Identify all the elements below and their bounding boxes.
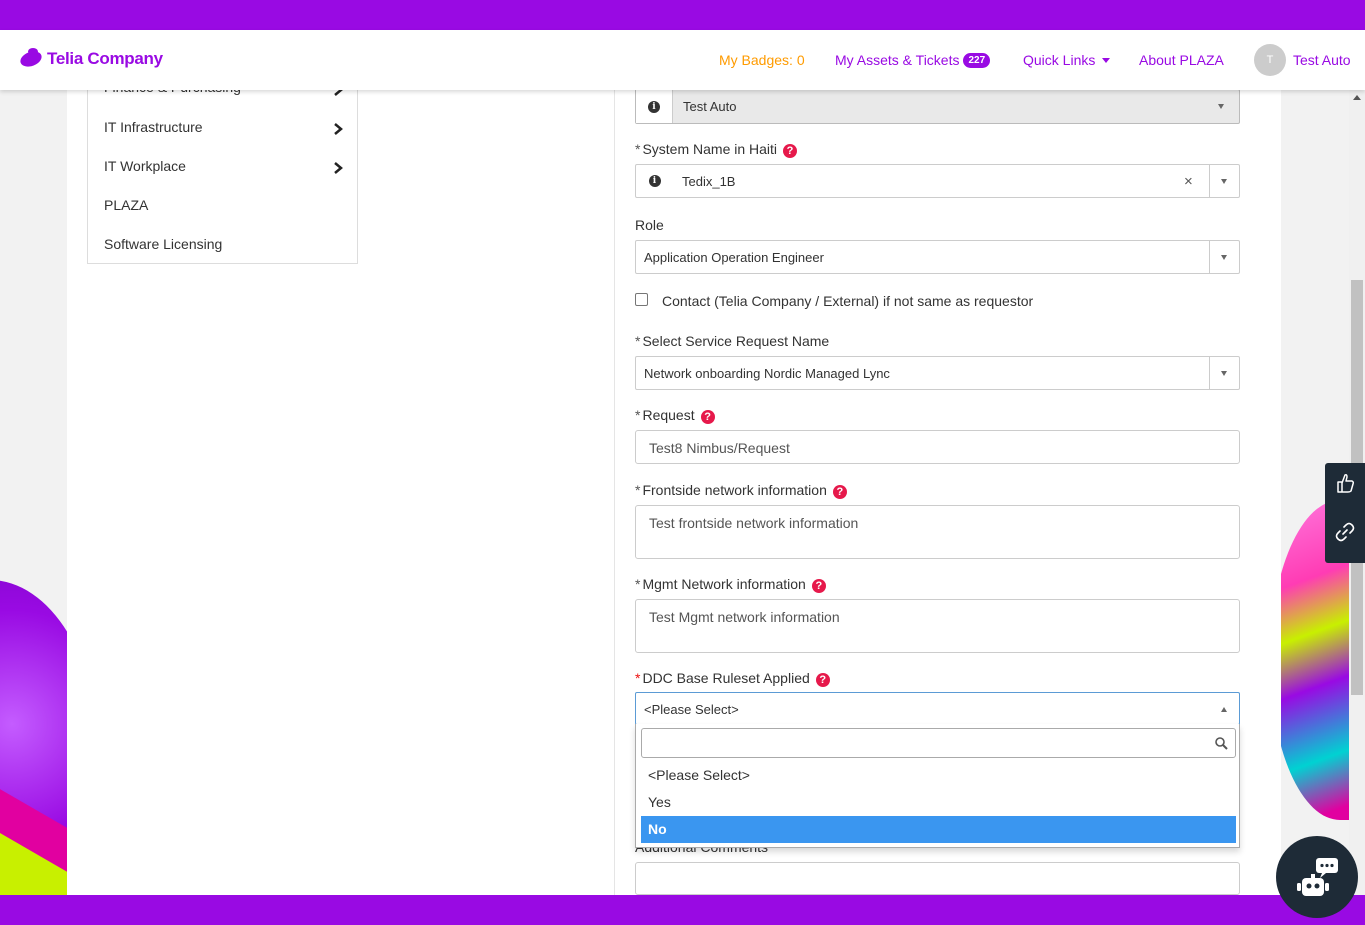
system-name-value: Tedix_1B: [682, 174, 736, 189]
chevron-right-icon[interactable]: [332, 162, 344, 174]
caret-down-icon: [1102, 57, 1111, 63]
nav-my-assets-label: My Assets & Tickets: [835, 52, 960, 68]
sidebar-item-it-infrastructure[interactable]: IT Infrastructure: [104, 119, 203, 135]
request-input[interactable]: Test8 Nimbus/Request: [635, 430, 1240, 464]
scroll-up-icon[interactable]: [1353, 95, 1361, 100]
info-icon: i: [648, 175, 661, 187]
system-name-select[interactable]: i Tedix_1B ×: [635, 164, 1240, 198]
category-menu: Finance & Purchasing IT Infrastructure I…: [87, 70, 358, 264]
nav-my-badges[interactable]: My Badges: 0: [719, 30, 805, 90]
chatbot-robot-icon: [1297, 858, 1338, 896]
ddc-label: * DDC Base Ruleset Applied?: [635, 670, 830, 687]
info-icon: i: [648, 100, 660, 113]
required-mark: *: [635, 670, 641, 686]
help-icon[interactable]: ?: [832, 485, 847, 499]
user-name: Test Auto: [1293, 52, 1351, 68]
clear-icon[interactable]: ×: [1184, 173, 1193, 190]
service-request-select[interactable]: Network onboarding Nordic Managed Lync: [635, 356, 1240, 390]
mgmt-textarea[interactable]: Test Mgmt network information: [635, 599, 1240, 653]
requested-for-select[interactable]: i Test Auto: [635, 89, 1240, 124]
column-divider: [614, 90, 615, 895]
role-select[interactable]: Application Operation Engineer: [635, 240, 1240, 274]
role-value: Application Operation Engineer: [644, 250, 824, 265]
request-label: * Request?: [635, 407, 715, 424]
dropdown-toggle[interactable]: [1209, 241, 1239, 273]
dropdown-option-selected[interactable]: No: [641, 816, 1236, 843]
dropdown-option[interactable]: Yes: [641, 789, 1236, 816]
help-icon[interactable]: ?: [811, 579, 826, 593]
mgmt-label: * Mgmt Network information?: [635, 576, 826, 593]
top-accent-bar: [0, 0, 1365, 30]
bottom-accent-bar: [0, 895, 1365, 925]
required-mark: *: [635, 333, 641, 349]
telia-logo[interactable]: Telia Company: [20, 48, 163, 70]
telia-pebble-icon: [20, 48, 44, 70]
system-name-label: * System Name in Haiti?: [635, 141, 798, 158]
nav-quick-links[interactable]: Quick Links: [1023, 30, 1111, 90]
feedback-thumb-icon[interactable]: [1335, 472, 1355, 494]
dropdown-option[interactable]: <Please Select>: [641, 762, 1236, 789]
dropdown-arrow-icon: [1221, 255, 1227, 260]
avatar: T: [1254, 44, 1286, 76]
ddc-value: <Please Select>: [644, 702, 739, 717]
link-icon[interactable]: [1335, 522, 1355, 542]
ddc-select[interactable]: <Please Select>: [635, 692, 1240, 725]
user-menu[interactable]: T Test Auto: [1254, 30, 1351, 90]
contact-checkbox[interactable]: [635, 293, 648, 306]
search-icon: [1215, 737, 1228, 750]
required-mark: *: [635, 141, 641, 157]
nav-quick-links-label: Quick Links: [1023, 52, 1096, 68]
required-mark: *: [635, 576, 641, 592]
request-label-text: Request: [642, 407, 695, 423]
dropdown-arrow-up-icon[interactable]: [1221, 707, 1227, 712]
help-icon[interactable]: ?: [700, 410, 715, 424]
chatbot-button[interactable]: [1276, 836, 1358, 918]
dropdown-arrow-icon: [1221, 371, 1227, 376]
floating-tools: [1325, 463, 1365, 563]
help-icon[interactable]: ?: [815, 673, 830, 687]
service-request-label: * Select Service Request Name: [635, 333, 829, 349]
dropdown-search-input[interactable]: [641, 728, 1236, 758]
site-header: Telia Company My Badges: 0 My Assets & T…: [0, 30, 1365, 90]
system-name-label-text: System Name in Haiti: [642, 141, 778, 157]
dropdown-toggle[interactable]: [1209, 165, 1239, 197]
nav-about-plaza[interactable]: About PLAZA: [1139, 30, 1224, 90]
dropdown-toggle[interactable]: [1209, 357, 1239, 389]
additional-comments-input[interactable]: [635, 862, 1240, 895]
dropdown-arrow-icon: [1218, 104, 1224, 109]
mgmt-label-text: Mgmt Network information: [642, 576, 806, 592]
sidebar-item-plaza[interactable]: PLAZA: [104, 197, 148, 213]
ddc-dropdown-list: <Please Select> Yes No: [635, 724, 1240, 848]
frontside-value: Test frontside network information: [649, 515, 859, 531]
service-request-value: Network onboarding Nordic Managed Lync: [644, 366, 890, 381]
info-cell: i: [636, 165, 673, 197]
ddc-label-text: DDC Base Ruleset Applied: [642, 670, 810, 686]
request-value: Test8 Nimbus/Request: [649, 440, 790, 456]
frontside-label-text: Frontside network information: [642, 482, 827, 498]
dropdown-arrow-icon: [1221, 179, 1227, 184]
role-label: Role: [635, 217, 664, 233]
required-mark: *: [635, 482, 641, 498]
service-request-label-text: Select Service Request Name: [642, 333, 830, 349]
required-mark: *: [635, 407, 641, 423]
logo-text: Telia Company: [47, 49, 163, 68]
mgmt-value: Test Mgmt network information: [649, 609, 840, 625]
requested-for-value: Test Auto: [683, 99, 737, 114]
frontside-textarea[interactable]: Test frontside network information: [635, 505, 1240, 559]
sidebar-item-software-licensing[interactable]: Software Licensing: [104, 236, 222, 252]
help-icon[interactable]: ?: [783, 144, 798, 158]
assets-count-badge: 227: [963, 52, 991, 68]
nav-my-assets[interactable]: My Assets & Tickets 227: [835, 30, 991, 90]
chevron-right-icon[interactable]: [332, 123, 344, 135]
sidebar-item-it-workplace[interactable]: IT Workplace: [104, 158, 186, 174]
frontside-label: * Frontside network information?: [635, 482, 847, 499]
contact-checkbox-label[interactable]: Contact (Telia Company / External) if no…: [662, 293, 1033, 309]
info-cell: i: [636, 90, 673, 123]
